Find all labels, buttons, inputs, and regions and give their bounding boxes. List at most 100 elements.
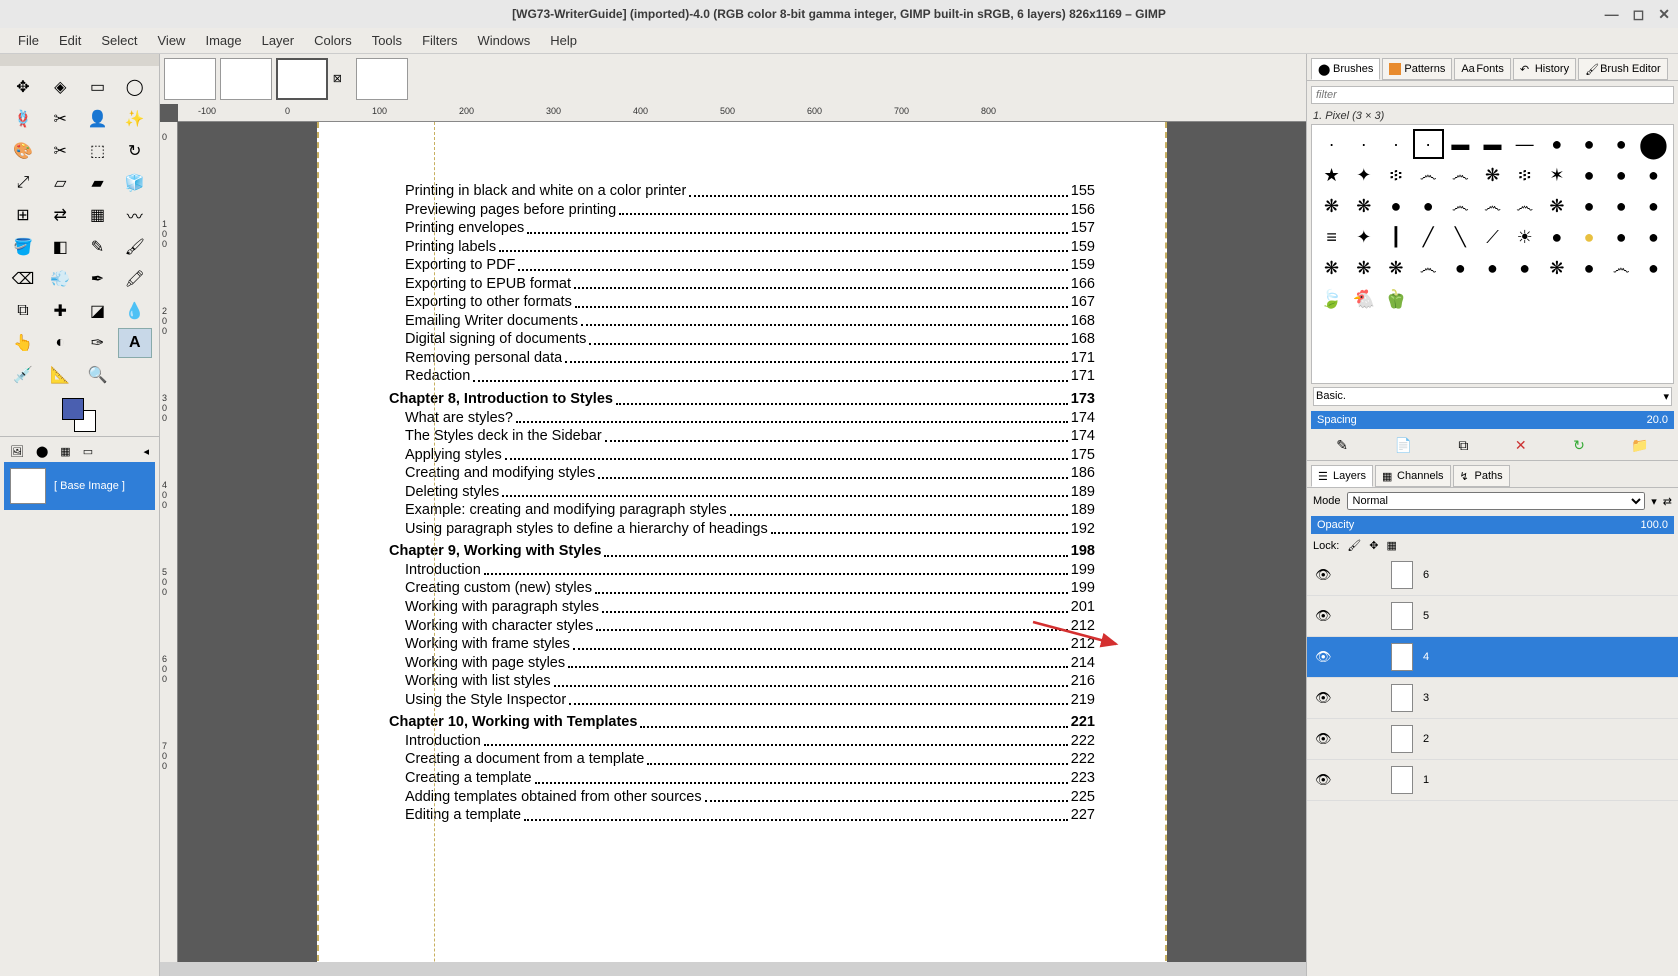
perspective-clone-tool-icon[interactable]: ◪ [81,296,115,326]
brush-item[interactable]: ● [1573,222,1604,252]
brush-item[interactable]: ★ [1316,160,1347,190]
brush-spacing-slider[interactable]: Spacing 20.0 [1311,411,1674,429]
brush-item[interactable]: ෴ [1445,160,1476,190]
brush-item[interactable]: ❋ [1316,191,1347,221]
layer-row[interactable]: 👁1 [1307,760,1678,801]
close-tab-icon[interactable]: ⊠ [333,72,342,85]
brush-item[interactable]: ● [1606,129,1637,159]
mode-select[interactable]: Normal [1347,492,1646,510]
visibility-toggle-icon[interactable]: 👁 [1315,772,1331,788]
visibility-toggle-icon[interactable]: 👁 [1315,690,1331,706]
brush-item[interactable]: ● [1573,253,1604,283]
brush-item[interactable]: ❋ [1348,191,1379,221]
brush-item[interactable]: · [1380,129,1411,159]
tab-brushes[interactable]: ⬤Brushes [1311,58,1380,80]
brush-item[interactable]: ● [1573,160,1604,190]
lock-pixels-icon[interactable]: 🖌 [1347,539,1361,552]
layer-row[interactable]: 👁4 [1307,637,1678,678]
3d-transform-tool-icon[interactable]: 🧊 [118,168,152,198]
chevron-down-icon[interactable]: ▾ [1651,495,1657,508]
crop-tool-icon[interactable]: ✂ [43,136,77,166]
tab-channels[interactable]: ▦Channels [1375,465,1450,487]
mode-toggle-icon[interactable]: ⇄ [1663,495,1672,508]
brush-item[interactable]: ● [1606,191,1637,221]
heal-tool-icon[interactable]: ✚ [43,296,77,326]
visibility-toggle-icon[interactable]: 👁 [1315,567,1331,583]
smudge-tool-icon[interactable]: 👆 [6,328,40,358]
image-tab-1[interactable] [164,58,216,100]
brush-item[interactable]: ╲ [1445,222,1476,252]
brush-item[interactable]: ⟋ [1477,222,1508,252]
brush-item[interactable]: 🐔 [1348,284,1379,314]
tab-paths[interactable]: ↯Paths [1453,465,1510,487]
foreground-select-tool-icon[interactable]: 👤 [81,104,115,134]
gradient-tool-icon[interactable]: ◧ [43,232,77,262]
text-tool-icon[interactable]: A [118,328,152,358]
brush-grid[interactable]: · · · · ▬ ▬ — ● ● ● ⬤ ★ ✦ ፨ ෴ ෴ ❋ ፨ ✶ ● … [1311,124,1674,384]
brush-item[interactable]: · [1348,129,1379,159]
brush-item[interactable]: ❋ [1477,160,1508,190]
brush-item[interactable]: ෴ [1509,191,1540,221]
rect-select-tool-icon[interactable]: ▭ [81,72,115,102]
vertical-ruler[interactable]: 0 100 200 300 400 500 600 700 [160,122,178,962]
brush-item[interactable]: ● [1573,129,1604,159]
brush-item[interactable]: 🫑 [1380,284,1411,314]
rotate-tool-icon[interactable]: ↻ [118,136,152,166]
brush-filter-input[interactable] [1311,86,1674,104]
brush-preset-select[interactable]: Basic.▾ [1313,387,1672,406]
delete-brush-icon[interactable]: ✕ [1515,437,1527,454]
images-list-item[interactable]: [ Base Image ] [4,462,155,510]
layer-row[interactable]: 👁2 [1307,719,1678,760]
visibility-toggle-icon[interactable]: 👁 [1315,649,1331,665]
open-brush-icon[interactable]: 📁 [1631,437,1648,454]
mypaint-brush-tool-icon[interactable]: 🖍 [118,264,152,294]
layer-row[interactable]: 👁6 [1307,555,1678,596]
tab-history[interactable]: ↶History [1513,58,1576,80]
brush-item[interactable]: ✶ [1541,160,1572,190]
images-tab-icon[interactable]: 🖼 [6,443,28,460]
brush-item[interactable]: — [1509,129,1540,159]
image-tab-4[interactable] [356,58,408,100]
ellipse-select-tool-icon[interactable]: ◯ [118,72,152,102]
opacity-slider[interactable]: Opacity 100.0 [1311,516,1674,534]
lock-position-icon[interactable]: ✥ [1369,539,1378,552]
brush-item[interactable]: · [1413,129,1444,159]
horizontal-scrollbar[interactable] [160,962,1306,976]
handle-transform-tool-icon[interactable]: ⊞ [6,200,40,230]
brush-item[interactable]: ෴ [1606,253,1637,283]
brush-item[interactable]: ❋ [1380,253,1411,283]
menu-layer[interactable]: Layer [252,30,305,51]
scale-tool-icon[interactable]: ⤢ [6,168,40,198]
warp-tool-icon[interactable]: 〰 [118,200,152,230]
brush-item[interactable]: ● [1606,160,1637,190]
align-tool-icon[interactable]: ◈ [43,72,77,102]
new-brush-icon[interactable]: 📄 [1394,437,1411,454]
configure-tab-icon[interactable]: ◂ [139,443,153,460]
lock-alpha-icon[interactable]: ▦ [1386,539,1396,552]
brush-item[interactable]: ፨ [1380,160,1411,190]
by-color-select-tool-icon[interactable]: 🎨 [6,136,40,166]
brush-item[interactable]: ● [1606,222,1637,252]
brush-item[interactable]: ❋ [1316,253,1347,283]
tab-brush-editor[interactable]: 🖌Brush Editor [1578,58,1668,80]
brush-item[interactable]: ▬ [1477,129,1508,159]
image-tab-3[interactable]: ⊠ [276,58,328,100]
measure-tool-icon[interactable]: 📐 [43,360,77,390]
brush-item[interactable]: ෴ [1477,191,1508,221]
flip-tool-icon[interactable]: ⇄ [43,200,77,230]
menu-colors[interactable]: Colors [304,30,362,51]
menu-view[interactable]: View [148,30,196,51]
close-button[interactable]: ✕ [1658,6,1670,23]
color-swatch[interactable] [0,396,159,436]
unified-transform-tool-icon[interactable]: ⬚ [81,136,115,166]
ink-tool-icon[interactable]: ✒ [81,264,115,294]
menu-help[interactable]: Help [540,30,587,51]
brush-item[interactable]: ☀ [1509,222,1540,252]
brush-item[interactable]: ● [1638,222,1669,252]
menu-select[interactable]: Select [91,30,147,51]
brush-item[interactable]: ෴ [1413,160,1444,190]
brush-item[interactable]: ≡ [1316,222,1347,252]
clone-tool-icon[interactable]: ⧉ [6,296,40,326]
tab-patterns[interactable]: Patterns [1382,58,1452,80]
image-tab-2[interactable] [220,58,272,100]
